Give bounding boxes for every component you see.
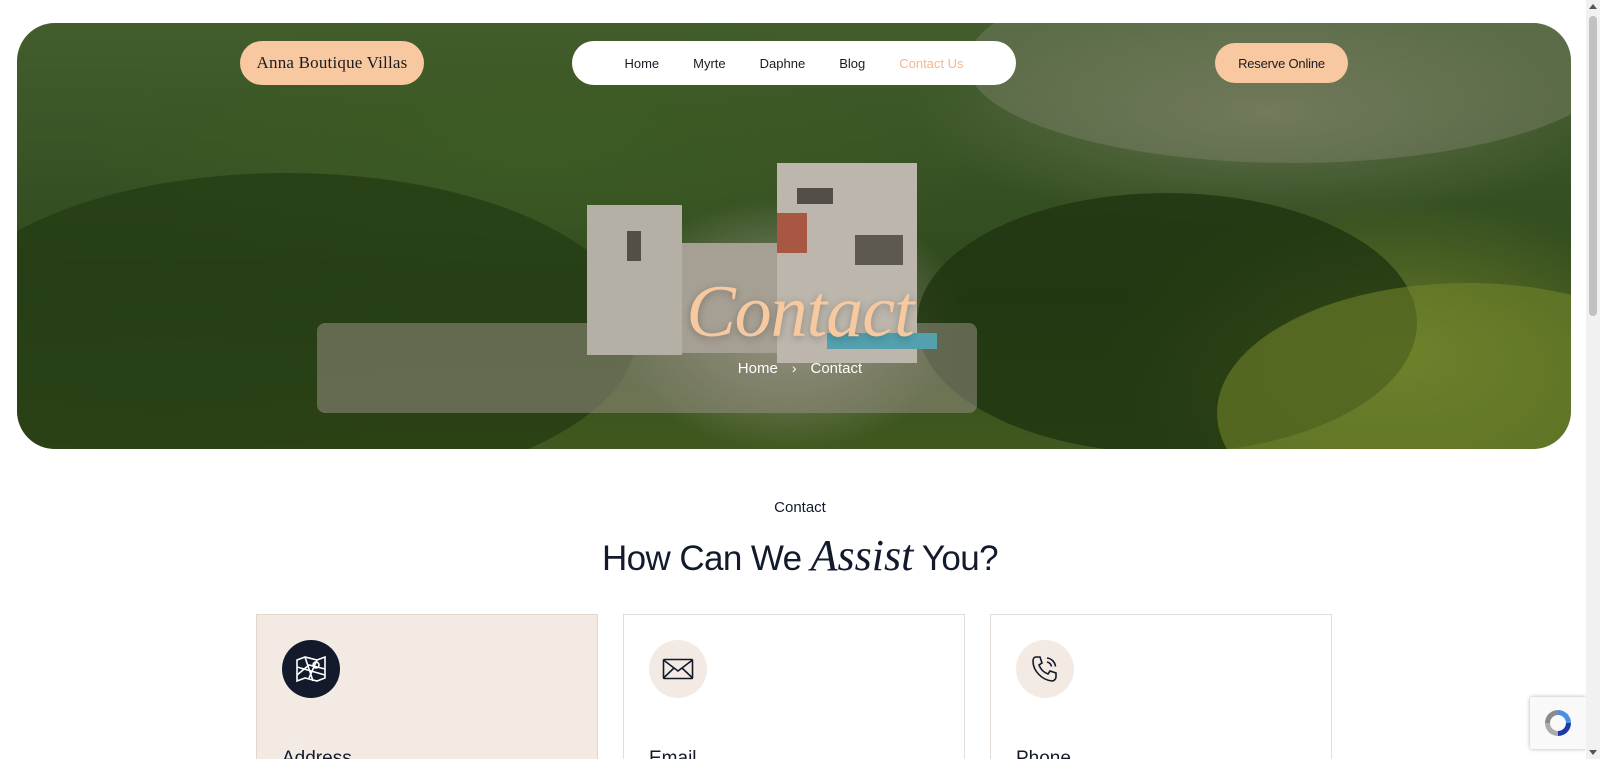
nav-daphne[interactable]: Daphne — [760, 56, 806, 71]
main-nav: Home Myrte Daphne Blog Contact Us — [572, 41, 1016, 85]
recaptcha-icon — [1545, 710, 1571, 736]
breadcrumb-home[interactable]: Home — [738, 360, 778, 377]
card-title-phone: Phone — [1016, 748, 1071, 759]
chevron-right-icon: › — [791, 359, 797, 376]
scroll-up-arrow-icon[interactable] — [1589, 4, 1597, 9]
map-icon — [282, 640, 340, 698]
nav-contact-us[interactable]: Contact Us — [899, 56, 963, 71]
section-eyebrow: Contact — [774, 499, 826, 516]
hero-banner — [17, 23, 1571, 449]
section-heading: How Can We Assist You? — [602, 531, 999, 580]
page-scrollbar[interactable] — [1586, 0, 1600, 759]
envelope-icon — [649, 640, 707, 698]
card-title-address: Address — [282, 748, 352, 759]
nav-myrte[interactable]: Myrte — [693, 56, 726, 71]
nav-home[interactable]: Home — [624, 56, 659, 71]
nav-blog[interactable]: Blog — [839, 56, 865, 71]
address-card: Address — [256, 614, 598, 759]
phone-card: Phone — [990, 614, 1332, 759]
phone-icon — [1016, 640, 1074, 698]
page-title: Contact — [686, 271, 914, 353]
recaptcha-badge[interactable] — [1530, 697, 1586, 749]
email-card: Email — [623, 614, 965, 759]
breadcrumb: Home › Contact — [0, 359, 1600, 378]
scrollbar-thumb[interactable] — [1589, 16, 1597, 316]
heading-script-word: Assist — [810, 531, 914, 580]
breadcrumb-current: Contact — [810, 360, 863, 377]
scroll-down-arrow-icon[interactable] — [1589, 750, 1597, 755]
card-title-email: Email — [649, 748, 697, 759]
brand-logo[interactable]: Anna Boutique Villas — [240, 41, 424, 85]
reserve-online-button[interactable]: Reserve Online — [1215, 43, 1348, 83]
